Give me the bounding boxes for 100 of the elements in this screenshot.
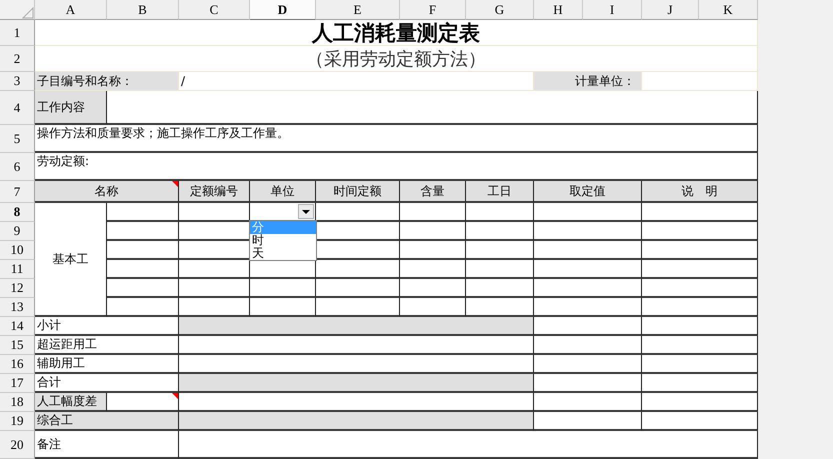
- table-cell[interactable]: [316, 298, 400, 317]
- table-cell[interactable]: [400, 222, 466, 241]
- row-header[interactable]: 1: [0, 20, 35, 46]
- table-cell[interactable]: [179, 298, 250, 317]
- column-header[interactable]: B: [107, 0, 179, 20]
- column-header[interactable]: A: [35, 0, 107, 20]
- table-cell[interactable]: [107, 279, 179, 298]
- table-cell[interactable]: [534, 222, 642, 241]
- table-cell[interactable]: [400, 298, 466, 317]
- table-cell[interactable]: [107, 222, 179, 241]
- corner-triangle-icon: [22, 7, 34, 19]
- table-cell[interactable]: [466, 222, 534, 241]
- table-cell[interactable]: [642, 355, 758, 374]
- row-header[interactable]: 15: [0, 336, 35, 355]
- table-cell[interactable]: [316, 260, 400, 279]
- table-cell[interactable]: [466, 279, 534, 298]
- row-header[interactable]: 10: [0, 241, 35, 260]
- row-header[interactable]: 7: [0, 181, 35, 203]
- column-header[interactable]: F: [400, 0, 466, 20]
- row-header[interactable]: 11: [0, 260, 35, 279]
- table-cell[interactable]: [642, 222, 758, 241]
- row-header[interactable]: 4: [0, 91, 35, 125]
- table-cell[interactable]: [642, 260, 758, 279]
- column-header[interactable]: C: [179, 0, 250, 20]
- table-cell[interactable]: [107, 241, 179, 260]
- table-cell[interactable]: [179, 260, 250, 279]
- table-cell[interactable]: [534, 203, 642, 222]
- row-header[interactable]: 3: [0, 72, 35, 91]
- table-cell[interactable]: [179, 203, 250, 222]
- column-header[interactable]: H: [534, 0, 583, 20]
- row-header[interactable]: 12: [0, 279, 35, 298]
- table-cell[interactable]: [179, 374, 534, 393]
- row-header[interactable]: 16: [0, 355, 35, 374]
- table-cell[interactable]: [642, 317, 758, 336]
- table-cell[interactable]: [179, 336, 534, 355]
- row-header[interactable]: 18: [0, 393, 35, 412]
- table-cell[interactable]: [400, 260, 466, 279]
- table-cell[interactable]: [107, 203, 179, 222]
- table-cell[interactable]: [642, 336, 758, 355]
- table-cell[interactable]: [466, 203, 534, 222]
- table-cell[interactable]: [466, 260, 534, 279]
- column-header[interactable]: G: [466, 0, 534, 20]
- table-cell[interactable]: [466, 241, 534, 260]
- column-header[interactable]: E: [316, 0, 400, 20]
- table-cell[interactable]: [107, 91, 758, 125]
- table-cell[interactable]: [642, 412, 758, 431]
- dropdown-button[interactable]: [298, 204, 314, 219]
- table-cell[interactable]: [642, 279, 758, 298]
- table-cell[interactable]: [534, 279, 642, 298]
- column-header[interactable]: K: [699, 0, 758, 20]
- column-header[interactable]: I: [583, 0, 642, 20]
- table-cell[interactable]: [179, 393, 534, 412]
- table-cell[interactable]: [250, 279, 316, 298]
- table-cell[interactable]: [107, 260, 179, 279]
- row-header[interactable]: 13: [0, 298, 35, 317]
- table-cell[interactable]: [642, 241, 758, 260]
- table-cell[interactable]: [316, 241, 400, 260]
- table-cell[interactable]: [179, 431, 758, 459]
- table-cell[interactable]: [534, 241, 642, 260]
- table-cell[interactable]: [179, 317, 534, 336]
- table-cell[interactable]: [642, 393, 758, 412]
- column-heading: 说 明: [642, 181, 758, 203]
- table-cell[interactable]: [534, 298, 642, 317]
- row-header[interactable]: 8: [0, 203, 35, 222]
- table-cell[interactable]: [534, 260, 642, 279]
- row-header[interactable]: 19: [0, 412, 35, 431]
- table-cell[interactable]: [642, 374, 758, 393]
- table-cell[interactable]: [107, 298, 179, 317]
- table-cell[interactable]: [250, 260, 316, 279]
- column-header[interactable]: D: [250, 0, 316, 20]
- table-cell[interactable]: [179, 412, 534, 431]
- caret-down-icon: [302, 210, 310, 214]
- table-cell[interactable]: [466, 298, 534, 317]
- table-cell[interactable]: [534, 317, 642, 336]
- table-cell[interactable]: [534, 374, 642, 393]
- row-header[interactable]: 20: [0, 431, 35, 459]
- column-header[interactable]: J: [642, 0, 699, 20]
- table-cell[interactable]: [642, 298, 758, 317]
- table-cell[interactable]: [316, 279, 400, 298]
- table-cell[interactable]: [179, 355, 534, 374]
- row-header[interactable]: 2: [0, 46, 35, 72]
- row-header[interactable]: 5: [0, 125, 35, 153]
- row-header[interactable]: 14: [0, 317, 35, 336]
- table-cell[interactable]: [316, 222, 400, 241]
- table-cell[interactable]: [534, 336, 642, 355]
- table-cell[interactable]: [534, 355, 642, 374]
- row-header[interactable]: 6: [0, 153, 35, 181]
- row-header[interactable]: 17: [0, 374, 35, 393]
- table-cell[interactable]: [316, 203, 400, 222]
- table-cell[interactable]: [400, 279, 466, 298]
- row-label: /: [179, 72, 534, 91]
- table-cell[interactable]: [534, 393, 642, 412]
- table-cell[interactable]: [400, 203, 466, 222]
- row-header[interactable]: 9: [0, 222, 35, 241]
- table-cell[interactable]: [642, 203, 758, 222]
- table-cell[interactable]: [400, 241, 466, 260]
- table-cell[interactable]: [534, 412, 642, 431]
- table-cell[interactable]: [179, 279, 250, 298]
- table-cell[interactable]: [250, 298, 316, 317]
- table-cell[interactable]: [107, 393, 179, 412]
